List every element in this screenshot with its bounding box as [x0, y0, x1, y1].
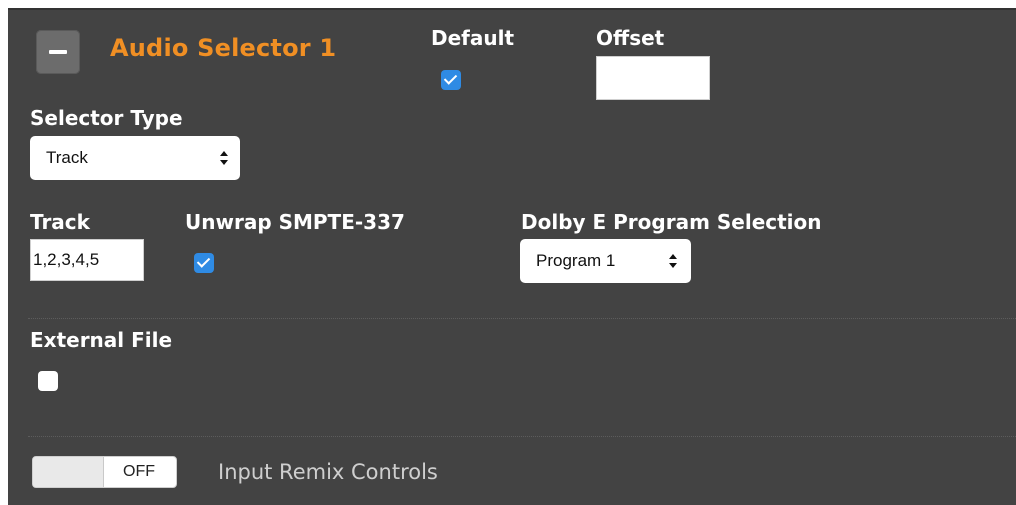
up-down-arrows-icon — [220, 151, 228, 165]
minus-icon — [49, 50, 67, 54]
dolby-e-select[interactable]: Program 1 — [520, 239, 691, 283]
offset-input[interactable] — [596, 56, 710, 100]
input-remix-label: Input Remix Controls — [218, 460, 438, 484]
divider — [28, 318, 1016, 319]
offset-label: Offset — [596, 26, 665, 50]
track-label: Track — [30, 210, 90, 234]
unwrap-smpte-label: Unwrap SMPTE-337 — [185, 210, 405, 234]
external-file-label: External File — [30, 328, 173, 352]
up-down-arrows-icon — [669, 254, 677, 268]
toggle-state: OFF — [123, 463, 155, 480]
selector-type-value: Track — [46, 148, 88, 167]
audio-selector-panel: Audio Selector 1 Default Offset Selector… — [8, 8, 1016, 505]
dolby-e-value: Program 1 — [536, 251, 616, 270]
track-input[interactable] — [30, 239, 144, 281]
selector-type-label: Selector Type — [30, 106, 183, 130]
input-remix-toggle[interactable]: OFF — [32, 456, 177, 488]
divider — [28, 436, 1016, 437]
default-label: Default — [431, 26, 515, 50]
collapse-button[interactable] — [36, 30, 80, 74]
dolby-e-label: Dolby E Program Selection — [521, 210, 822, 234]
default-checkbox[interactable] — [441, 70, 461, 90]
external-file-checkbox[interactable] — [38, 371, 58, 391]
toggle-knob — [33, 457, 104, 487]
section-title: Audio Selector 1 — [110, 34, 337, 62]
selector-type-select[interactable]: Track — [30, 136, 240, 180]
unwrap-smpte-checkbox[interactable] — [194, 253, 214, 273]
